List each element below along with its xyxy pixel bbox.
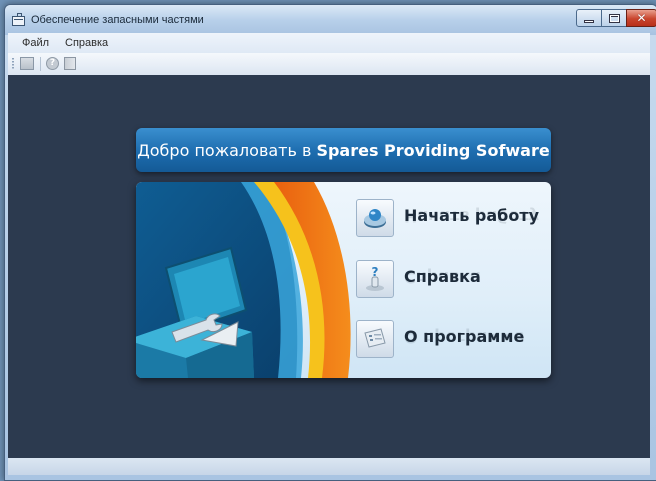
toolbar: ? bbox=[8, 53, 650, 76]
toolbar-grip-icon[interactable] bbox=[12, 58, 14, 70]
minimize-button[interactable] bbox=[576, 9, 602, 27]
document-list-icon[interactable] bbox=[356, 320, 394, 358]
menu-bar: Файл Справка bbox=[8, 33, 650, 53]
toolbar-separator bbox=[40, 57, 41, 71]
start-work-reflection: Начать работу bbox=[404, 207, 540, 226]
help-reflection: Справка bbox=[404, 268, 481, 287]
status-bar bbox=[8, 458, 650, 475]
start-panel: Начать работу Начать работу ? Справка Сп… bbox=[136, 182, 551, 378]
svg-text:?: ? bbox=[372, 265, 379, 279]
help-icon[interactable]: ? bbox=[46, 57, 59, 70]
save-icon[interactable] bbox=[20, 57, 34, 70]
menu-file[interactable]: Файл bbox=[22, 37, 49, 49]
close-button[interactable]: ✕ bbox=[626, 9, 656, 27]
close-icon: ✕ bbox=[636, 11, 647, 25]
about-reflection: О программе bbox=[404, 328, 525, 347]
maximize-button[interactable] bbox=[601, 9, 627, 27]
maximize-icon bbox=[608, 13, 620, 23]
help-figure-icon[interactable]: ? bbox=[356, 260, 394, 298]
app-icon bbox=[12, 13, 25, 26]
disk-globe-icon[interactable] bbox=[356, 199, 394, 237]
welcome-prefix: Добро пожаловать в bbox=[137, 140, 312, 160]
content-area: Добро пожаловать в Spares Providing Sofw… bbox=[8, 75, 650, 458]
welcome-banner: Добро пожаловать в Spares Providing Sofw… bbox=[136, 128, 551, 172]
minimize-icon bbox=[584, 19, 594, 23]
menu-help[interactable]: Справка bbox=[65, 37, 108, 49]
book-icon[interactable] bbox=[64, 57, 76, 70]
title-bar[interactable]: Обеспечение запасными частями ✕ bbox=[5, 5, 656, 35]
window-title: Обеспечение запасными частями bbox=[31, 14, 204, 26]
product-name: Spares Providing Sofware bbox=[316, 140, 550, 160]
